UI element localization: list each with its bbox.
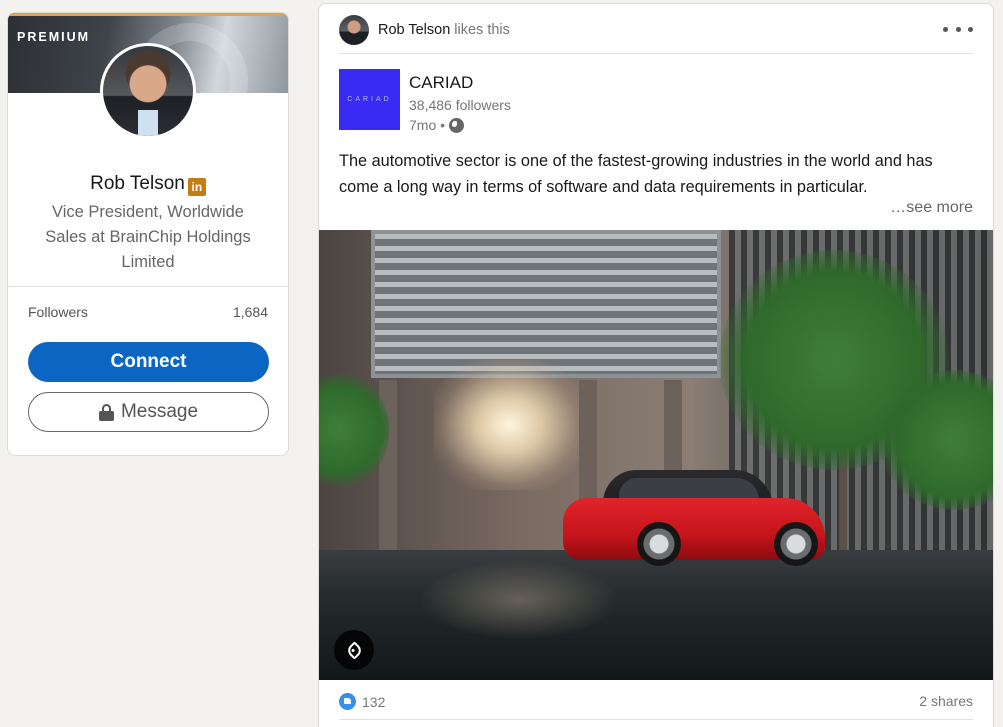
image-reflection — [419, 560, 619, 640]
reaction-count: 132 — [362, 693, 386, 710]
profile-headline: Vice President, Worldwide Sales at Brain… — [45, 203, 251, 271]
followers-row: Followers 1,684 — [28, 304, 268, 320]
divider — [8, 286, 288, 287]
social-counts: 132 2 shares — [339, 690, 973, 712]
followers-count: 1,684 — [232, 304, 268, 320]
message-button-label: Message — [120, 401, 199, 422]
activity-text: likes this — [454, 22, 510, 38]
globe-icon — [449, 117, 465, 133]
profile-name-row: Rob Telson in — [8, 173, 288, 196]
connect-button[interactable]: Connect — [28, 342, 269, 382]
tag-icon[interactable] — [334, 630, 374, 670]
profile-card: PREMIUM Rob Telson in Vice President, Wor… — [7, 12, 289, 456]
profile-avatar[interactable] — [100, 43, 196, 139]
divider — [339, 53, 973, 54]
company-logo-text: CARIAD — [347, 96, 392, 103]
feed-post: Rob Telson likes this CARIAD CARIAD 38,4… — [318, 3, 994, 727]
message-button[interactable]: Message — [28, 392, 269, 432]
activity-header: Rob Telson likes this — [339, 14, 510, 46]
profile-name[interactable]: Rob Telson — [90, 173, 185, 194]
like-icon — [339, 692, 356, 710]
company-name[interactable]: CARIAD — [409, 73, 473, 93]
image-light — [434, 360, 584, 490]
divider — [339, 719, 973, 720]
linkedin-premium-icon: in — [187, 178, 206, 196]
followers-label: Followers — [28, 304, 88, 320]
image-car-wheel — [637, 522, 681, 566]
post-text: The automotive sector is one of the fast… — [339, 152, 933, 196]
image-louvre — [371, 230, 721, 378]
reactions[interactable]: 132 — [339, 692, 386, 710]
company-logo[interactable]: CARIAD — [339, 69, 400, 130]
post-image[interactable] — [319, 230, 993, 680]
post-timestamp: 7mo • — [409, 117, 465, 133]
premium-badge: PREMIUM — [17, 30, 91, 44]
company-followers: 38,486 followers — [409, 97, 511, 113]
see-more-link[interactable]: …see more — [890, 199, 973, 217]
actor-avatar[interactable] — [339, 15, 369, 45]
post-time-text: 7mo • — [409, 117, 446, 133]
avatar-image — [103, 46, 193, 136]
connect-button-label: Connect — [110, 351, 187, 372]
more-options-icon[interactable] — [943, 18, 973, 40]
actor-name[interactable]: Rob Telson — [378, 22, 450, 38]
lock-icon — [98, 404, 114, 421]
image-car-wheel — [774, 522, 818, 566]
shares-count[interactable]: 2 shares — [919, 693, 973, 709]
